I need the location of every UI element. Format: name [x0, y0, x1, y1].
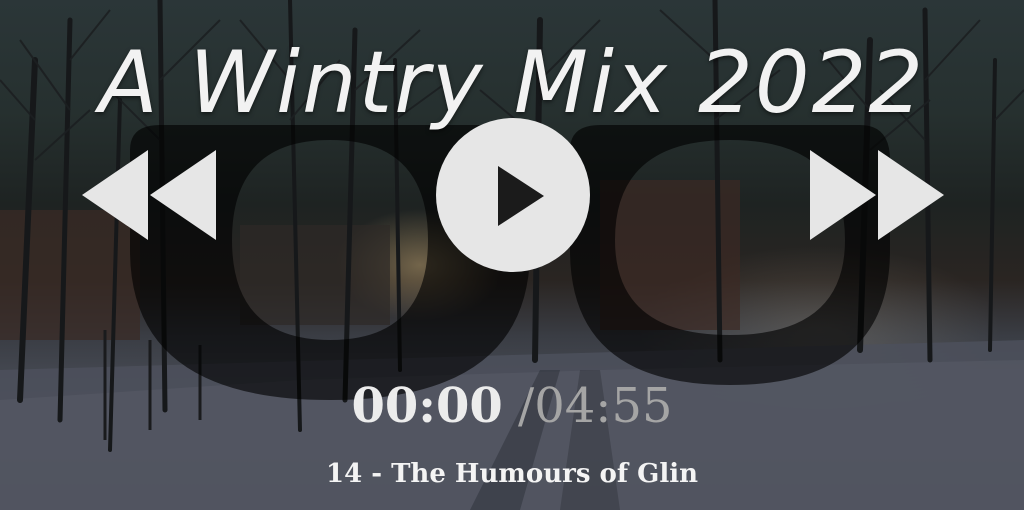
- rewind-button[interactable]: [82, 150, 220, 240]
- total-time: 04:55: [534, 378, 673, 434]
- player-stage: A Wintry Mix 2022 00:00 /04:55 14 - The …: [0, 0, 1024, 510]
- fast-forward-icon: [810, 150, 944, 240]
- track-title: 14 - The Humours of Glin: [326, 459, 698, 489]
- current-time: 00:00: [351, 378, 503, 434]
- time-display: 00:00 /04:55: [0, 378, 1024, 434]
- play-icon: [436, 118, 590, 272]
- fast-forward-button[interactable]: [806, 150, 944, 240]
- rewind-icon: [82, 150, 216, 240]
- time-separator: /: [518, 378, 535, 434]
- play-button[interactable]: [436, 118, 590, 272]
